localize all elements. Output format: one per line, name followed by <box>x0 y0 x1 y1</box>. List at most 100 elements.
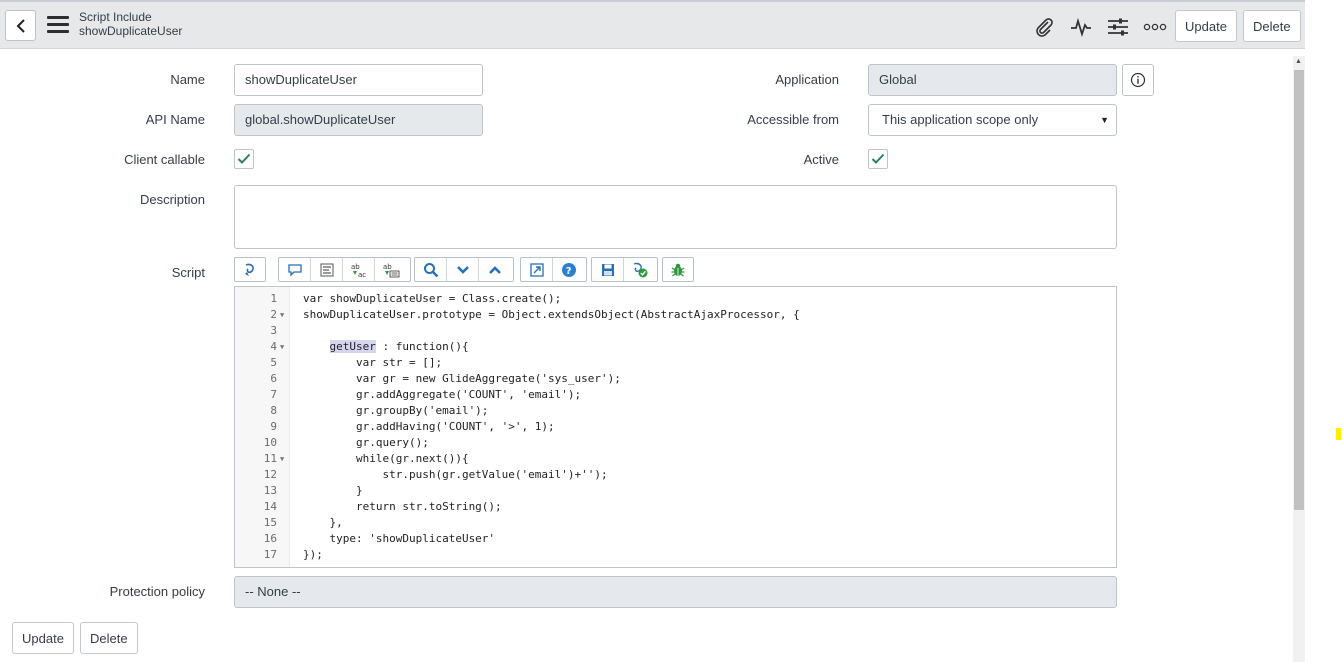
code-line[interactable]: 11 ▼ while(gr.next()){ <box>235 451 1116 467</box>
highlight-marker <box>1336 428 1341 440</box>
record-type-title: Script Include <box>79 10 152 24</box>
script-toolbar-group-6 <box>662 257 694 282</box>
code-line[interactable]: 12 str.push(gr.getValue('email')+''); <box>235 467 1116 483</box>
name-label: Name <box>170 72 205 87</box>
help-icon[interactable]: ? <box>553 258 585 281</box>
description-label: Description <box>139 192 205 207</box>
script-code-editor[interactable]: 1 var showDuplicateUser = Class.create();… <box>234 286 1117 568</box>
line-number: 10 <box>263 436 277 449</box>
dropdown-arrow-icon: ▼ <box>1100 115 1109 125</box>
checkmark-icon <box>237 153 251 164</box>
application-info-button[interactable] <box>1122 64 1154 96</box>
line-number: 8 <box>270 404 277 417</box>
line-number: 2 <box>270 308 277 321</box>
menu-icon[interactable] <box>47 16 69 34</box>
name-input[interactable]: showDuplicateUser <box>234 64 483 96</box>
description-textarea[interactable] <box>234 185 1117 249</box>
svg-text:ab: ab <box>383 263 392 271</box>
previous-icon[interactable] <box>479 258 511 281</box>
code-line[interactable]: 2 ▼ showDuplicateUser.prototype = Object.e… <box>235 307 1116 323</box>
highlighted-word: getUser <box>329 340 376 353</box>
line-number: 13 <box>263 484 277 497</box>
header-update-button[interactable]: Update <box>1175 10 1237 42</box>
code-text: var gr = new GlideAggregate('sys_user'); <box>303 372 621 385</box>
code-line[interactable]: 10 gr.query(); <box>235 435 1116 451</box>
svg-text:?: ? <box>566 266 572 277</box>
code-line[interactable]: 5 var str = []; <box>235 355 1116 371</box>
line-number: 12 <box>263 468 277 481</box>
code-line[interactable]: 16 type: 'showDuplicateUser' <box>235 531 1116 547</box>
line-number: 9 <box>270 420 277 433</box>
footer-update-button[interactable]: Update <box>12 622 74 654</box>
accessible-from-label: Accessible from <box>747 112 839 127</box>
replace-all-icon[interactable]: ab <box>375 258 407 281</box>
save-icon[interactable] <box>592 258 624 281</box>
back-button[interactable] <box>5 10 36 41</box>
code-line[interactable]: 17}); <box>235 547 1116 563</box>
line-number: 17 <box>263 548 277 561</box>
fold-arrow-icon[interactable]: ▼ <box>280 307 284 323</box>
application-label: Application <box>775 72 839 87</box>
line-number: 6 <box>270 372 277 385</box>
line-number: 15 <box>263 516 277 529</box>
line-number: 4 <box>270 340 277 353</box>
code-text: }); <box>303 548 323 561</box>
line-number: 3 <box>270 324 277 337</box>
fullscreen-icon[interactable] <box>521 258 553 281</box>
format-icon[interactable] <box>311 258 343 281</box>
script-toolbar-group-1 <box>234 257 266 282</box>
protection-policy-label: Protection policy <box>109 584 205 599</box>
code-line[interactable]: 13 } <box>235 483 1116 499</box>
code-line[interactable]: 8 gr.groupBy('email'); <box>235 403 1116 419</box>
code-line[interactable]: 6 var gr = new GlideAggregate('sys_user'… <box>235 371 1116 387</box>
more-options-icon[interactable] <box>1142 14 1168 40</box>
paperclip-icon[interactable] <box>1031 14 1057 40</box>
settings-sliders-icon[interactable] <box>1105 14 1131 40</box>
comment-icon[interactable] <box>279 258 311 281</box>
scroll-up-arrow-icon[interactable]: ▲ <box>1295 58 1302 65</box>
code-text: gr.query(); <box>303 436 429 449</box>
active-checkbox[interactable] <box>868 149 888 169</box>
header-delete-button[interactable]: Delete <box>1243 10 1301 42</box>
code-line[interactable]: 1 var showDuplicateUser = Class.create(); <box>235 291 1116 307</box>
script-toolbar-group-3 <box>414 257 514 282</box>
code-text: while(gr.next()){ <box>303 452 469 465</box>
code-text: getUser : function(){ <box>329 340 469 353</box>
script-toolbar-group-5 <box>591 257 658 282</box>
fold-arrow-icon[interactable]: ▼ <box>280 339 284 355</box>
scrollbar-thumb[interactable] <box>1294 70 1304 510</box>
script-toolbar-group-2: ab ac ab <box>278 257 411 282</box>
code-text: str.push(gr.getValue('email')+''); <box>303 468 608 481</box>
form-header: Script Include showDuplicateUser Update … <box>0 0 1305 49</box>
accessible-from-value: This application scope only <box>882 112 1039 127</box>
script-switch-icon[interactable] <box>235 258 265 281</box>
record-name-title: showDuplicateUser <box>79 24 183 38</box>
code-line[interactable]: 7 gr.addAggregate('COUNT', 'email'); <box>235 387 1116 403</box>
code-line[interactable]: 14 return str.toString(); <box>235 499 1116 515</box>
client-callable-checkbox[interactable] <box>234 149 254 169</box>
code-line[interactable]: 9 gr.addHaving('COUNT', '>', 1); <box>235 419 1116 435</box>
footer-delete-button[interactable]: Delete <box>80 622 138 654</box>
client-callable-label: Client callable <box>124 152 205 167</box>
code-text: gr.addHaving('COUNT', '>', 1); <box>303 420 555 433</box>
code-text: gr.groupBy('email'); <box>303 404 489 417</box>
line-number: 7 <box>270 388 277 401</box>
line-number: 16 <box>263 532 277 545</box>
code-line[interactable]: 15 }, <box>235 515 1116 531</box>
code-text: return str.toString(); <box>303 500 502 513</box>
syntax-check-icon[interactable] <box>624 258 656 281</box>
replace-icon[interactable]: ab ac <box>343 258 375 281</box>
back-icon <box>16 18 25 33</box>
debug-icon[interactable] <box>663 258 693 281</box>
line-number: 1 <box>270 292 277 305</box>
next-icon[interactable] <box>447 258 479 281</box>
code-line[interactable]: 4 ▼ getUser : function(){ <box>235 339 1116 355</box>
fold-arrow-icon[interactable]: ▼ <box>280 451 284 467</box>
code-line[interactable]: 3 <box>235 323 1116 339</box>
code-text: }, <box>303 516 343 529</box>
script-label: Script <box>171 265 205 280</box>
accessible-from-select[interactable]: This application scope only ▼ <box>868 104 1117 136</box>
code-text: gr.addAggregate('COUNT', 'email'); <box>303 388 582 401</box>
activity-icon[interactable] <box>1068 14 1094 40</box>
search-icon[interactable] <box>415 258 447 281</box>
